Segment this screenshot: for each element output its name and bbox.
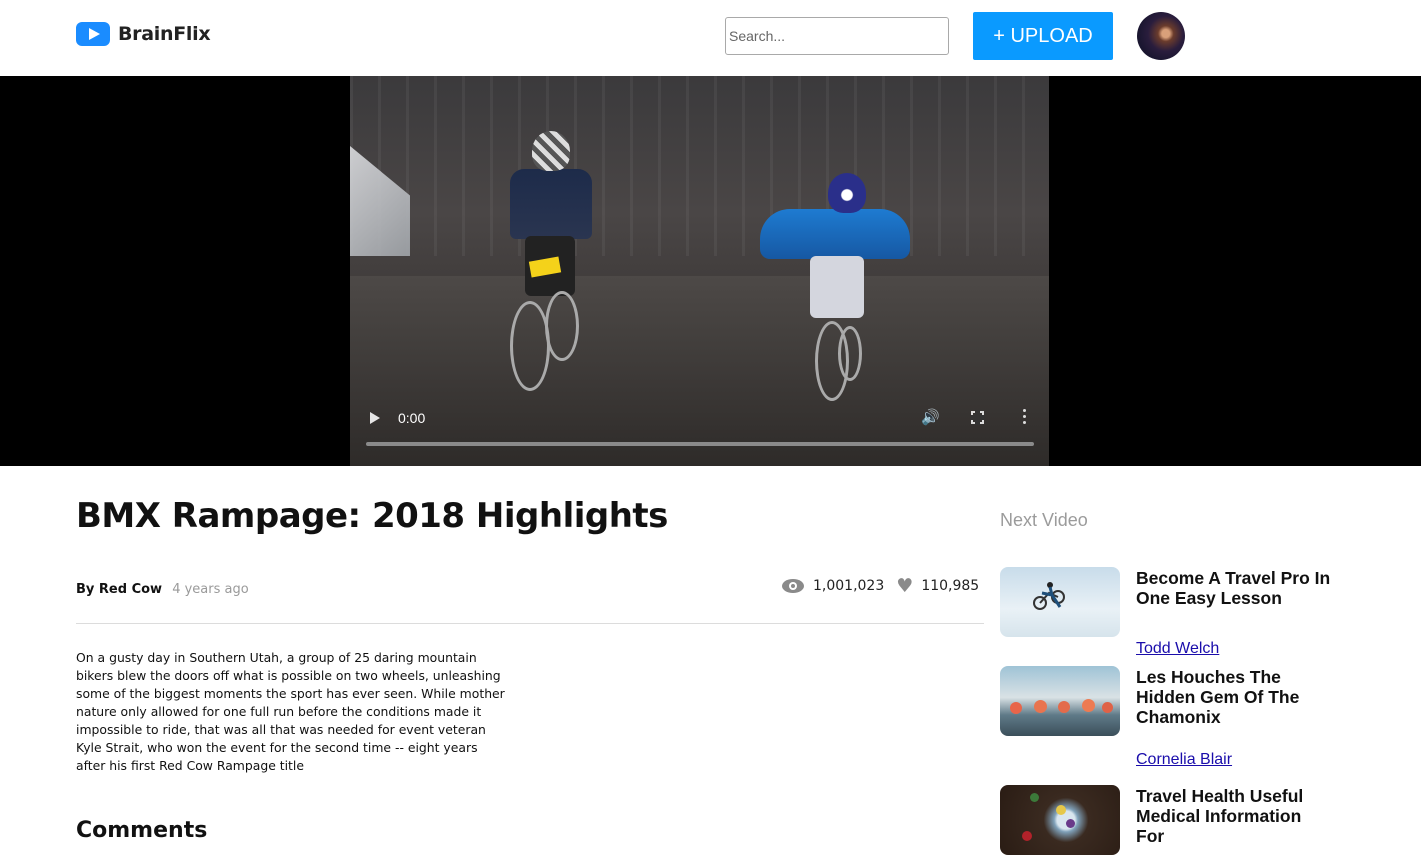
view-count: 1,001,023 <box>813 578 885 594</box>
eye-icon <box>782 579 804 593</box>
brand-logo[interactable]: BrainFlix <box>76 22 211 46</box>
play-icon[interactable] <box>370 412 380 424</box>
user-avatar[interactable] <box>1137 12 1185 60</box>
more-options-icon[interactable] <box>1023 409 1027 427</box>
video-thumbnail[interactable] <box>1000 567 1120 637</box>
next-video-title[interactable]: Travel Health Useful Medical Information… <box>1136 786 1331 846</box>
divider <box>76 623 984 624</box>
upload-button[interactable]: + UPLOAD <box>973 12 1113 60</box>
video-title: BMX Rampage: 2018 Highlights <box>76 496 668 536</box>
heart-icon[interactable]: ♥ <box>896 577 913 596</box>
next-video-author[interactable]: Cornelia Blair <box>1136 751 1232 769</box>
video-thumbnail[interactable] <box>1000 785 1120 855</box>
video-player[interactable]: 0:00 🔊 <box>350 76 1049 466</box>
like-count: 110,985 <box>921 578 980 594</box>
video-stats: 1,001,023 ♥ 110,985 <box>782 577 980 596</box>
video-description: On a gusty day in Southern Utah, a group… <box>76 650 505 773</box>
next-video-author[interactable]: Todd Welch <box>1136 640 1219 658</box>
video-posted-time: 4 years ago <box>172 582 249 597</box>
fullscreen-icon[interactable] <box>970 410 985 425</box>
play-logo-icon <box>76 22 110 46</box>
video-thumbnail[interactable] <box>1000 666 1120 736</box>
next-video-title[interactable]: Les Houches The Hidden Gem Of The Chamon… <box>1136 667 1331 727</box>
video-author: By Red Cow <box>76 582 163 597</box>
next-video-heading: Next Video <box>1000 510 1088 530</box>
current-time: 0:00 <box>398 410 426 426</box>
player-controls: 0:00 🔊 <box>350 404 1049 466</box>
site-header: BrainFlix + UPLOAD <box>0 0 1421 76</box>
progress-bar[interactable] <box>366 442 1034 446</box>
video-frame-roof <box>350 76 1049 256</box>
bmx-jump-thumbnail-art <box>1033 582 1065 610</box>
volume-icon[interactable]: 🔊 <box>921 410 940 426</box>
search-input[interactable] <box>725 17 949 55</box>
comments-heading: Comments <box>76 818 208 843</box>
brand-name: BrainFlix <box>118 23 211 45</box>
video-player-band: 0:00 🔊 <box>0 76 1421 466</box>
video-byline: By Red Cow 4 years ago <box>76 582 249 597</box>
next-video-title[interactable]: Become A Travel Pro In One Easy Lesson <box>1136 568 1331 608</box>
